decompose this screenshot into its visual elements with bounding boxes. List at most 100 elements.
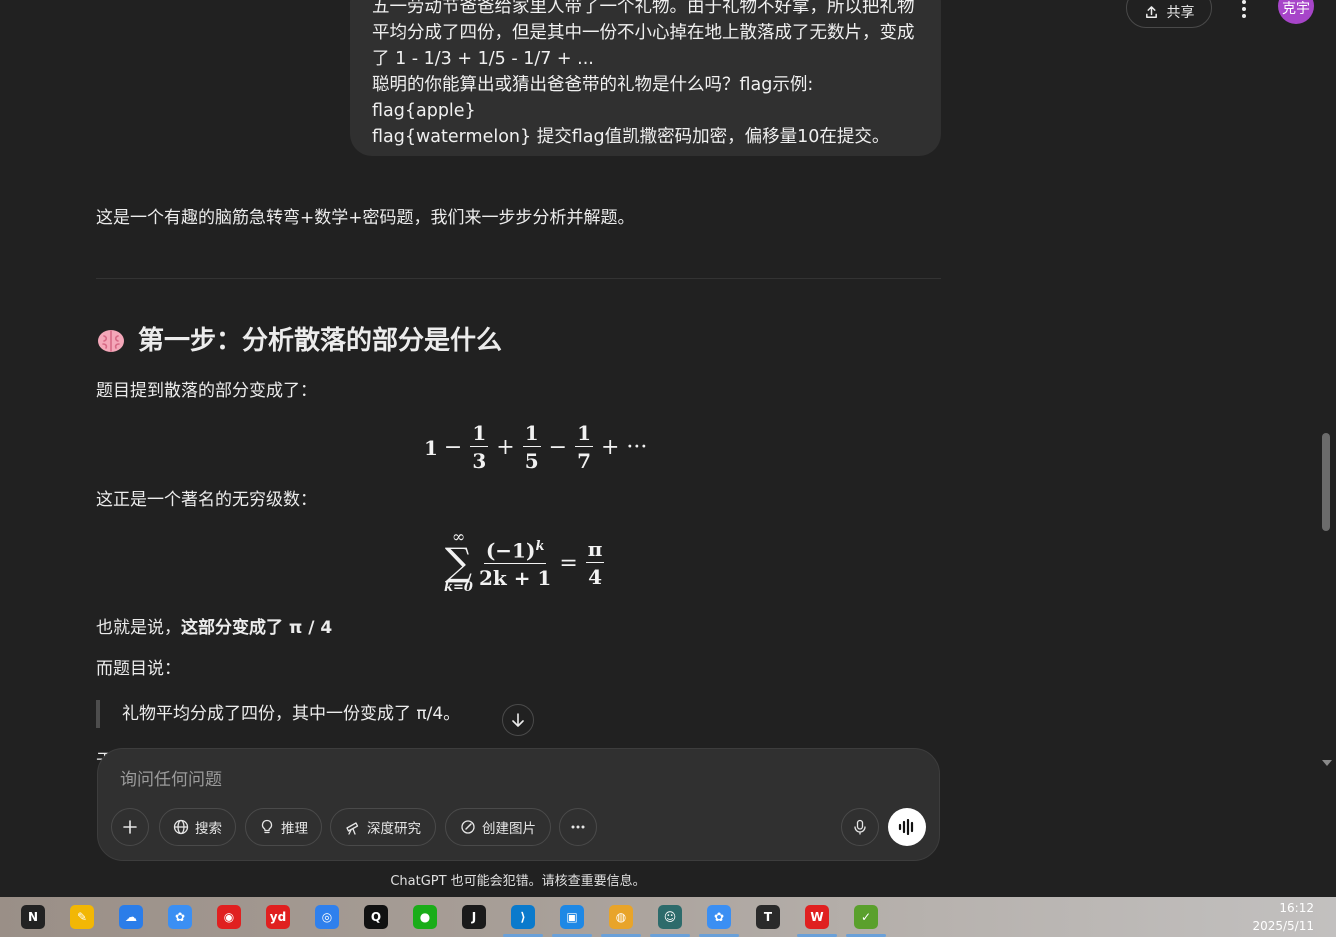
scrollbar-down-arrow[interactable] [1322,760,1332,766]
window-app-taskbar-button[interactable]: ▣ [557,902,587,932]
sigma: ∑ [444,540,473,584]
notion-icon: N [21,905,45,929]
fraction: 17 [575,420,593,475]
notion-taskbar-button[interactable]: N [18,902,48,932]
step1-title: 第一步：分析散落的部分是什么 [138,326,503,356]
prompt-input[interactable] [118,765,822,795]
user-message-line: 了 1 - 1/3 + 1/5 - 1/7 + ... [372,49,594,69]
answer-paragraph: 题目提到散落的部分变成了： [96,381,317,401]
youdao-icon: yd [266,905,290,929]
numerator-exponent: k [535,538,545,554]
wps-taskbar-button[interactable]: W [802,902,832,932]
message-composer: 搜索 推理 深度研究 创建图片 [97,748,940,861]
vscode-taskbar-button[interactable]: ⟩ [508,902,538,932]
share-button[interactable]: 共享 [1126,0,1212,28]
clock-time: 16:12 [1279,901,1314,915]
scroll-to-bottom-button[interactable] [502,704,534,736]
more-options-button[interactable] [1232,0,1256,24]
vertical-dots-icon [1242,0,1246,18]
formula-op: − [548,435,568,460]
numerator: 1 [522,421,541,447]
search-app-taskbar-button[interactable]: ◎ [312,902,342,932]
youdao-taskbar-button[interactable]: yd [263,902,293,932]
numerator: π [585,536,605,563]
wps-icon: W [805,905,829,929]
cloud-app-taskbar-button[interactable]: ✿ [165,902,195,932]
jetbrains-icon: J [462,905,486,929]
user-message-line: flag{watermelon} 提交flag值凯撒密码加密，偏移量10在提交。 [372,127,890,147]
attach-button[interactable] [111,808,149,846]
dictate-button[interactable] [841,808,879,846]
deep-research-tool-button[interactable]: 深度研究 [330,808,436,846]
notepad-taskbar-button[interactable]: ✓ [851,902,881,932]
equals-sign: = [559,550,578,576]
denominator: 7 [577,449,591,473]
share-label: 共享 [1166,5,1195,21]
sum-formula: ∞ ∑ k=0 (−1)k 2k + 1 = π4 [444,529,606,596]
voice-mode-button[interactable] [888,808,926,846]
pen-app-icon: ✎ [70,905,94,929]
clock-date: 2025/5/11 [1252,919,1314,933]
notepad-icon: ✓ [854,905,878,929]
netease-music-taskbar-button[interactable]: ◉ [214,902,244,932]
baidu-netdisk-icon: ☁ [119,905,143,929]
blockquote: 礼物平均分成了四份，其中一份变成了 π/4。 [96,700,460,728]
series-formula: 1 − 13 + 15 − 17 + ··· [424,420,653,475]
deep-research-tool-label: 深度研究 [367,821,421,837]
denominator: 4 [588,564,603,589]
numerator: (−1)k [483,534,547,565]
telescope-icon [346,822,359,835]
cloud-app-2-icon: ✿ [707,905,731,929]
user-message-line: 平均分成了四份，但是其中一份不小心掉在地上散落成了无数片，变成 [372,23,915,43]
numerator: 1 [470,421,489,447]
upload-icon [1145,5,1157,18]
step1-heading: 第一步：分析散落的部分是什么 [96,324,502,358]
user-message-line: 聪明的你能算出或猜出爸爸带的礼物是什么吗？flag示例: flag{apple} [372,75,814,121]
fraction: 13 [470,420,489,475]
window-app-icon: ▣ [560,905,584,929]
formula-tail: + ··· [601,435,648,460]
answer-paragraph: 也就是说，这部分变成了 π / 4 [96,615,332,641]
pen-app-taskbar-button[interactable]: ✎ [67,902,97,932]
jetbrains-taskbar-button[interactable]: J [459,902,489,932]
netease-music-icon: ◉ [217,905,241,929]
formula-op: − [443,435,463,460]
system-clock[interactable]: 16:12 2025/5/11 [1252,899,1314,935]
fraction: π4 [585,536,605,591]
search-tool-button[interactable]: 搜索 [159,808,236,846]
cloud-app-2-taskbar-button[interactable]: ✿ [704,902,734,932]
waveform-icon [898,819,914,835]
typora-taskbar-button[interactable]: T [753,902,783,932]
fraction: 15 [522,420,541,475]
vscode-icon: ⟩ [511,905,535,929]
qq-taskbar-button[interactable]: Q [361,902,391,932]
more-tools-button[interactable] [559,808,597,846]
fraction: (−1)k 2k + 1 [479,534,551,593]
taskbar: 16:12 2025/5/11 N ✎ ☁ ✿ ◉ yd ◎ Q ● J ⟩ ▣ ◍ ☺ ✿ T W ✓ [0,897,1336,937]
reason-tool-button[interactable]: 推理 [245,808,322,846]
baidu-netdisk-taskbar-button[interactable]: ☁ [116,902,146,932]
user-avatar[interactable]: 克宇 [1278,0,1314,24]
image-viewer-icon: ☺ [658,905,682,929]
create-image-tool-button[interactable]: 创建图片 [445,808,551,846]
user-message-line: 五一劳动节爸爸给家里人带了一个礼物。由于礼物不好拿，所以把礼物 [372,0,915,17]
image-viewer-taskbar-button[interactable]: ☺ [655,902,685,932]
p3-bold: 这部分变成了 π / 4 [181,618,333,638]
answer-paragraph: 而题目说： [96,659,181,679]
microphone-icon [854,819,866,835]
formula-op: + [496,435,515,460]
page-scrollbar-thumb[interactable] [1322,433,1330,531]
typora-icon: T [756,905,780,929]
denominator: 5 [524,449,539,473]
disclaimer-text: ChatGPT 也可能会犯错。请核查重要信息。 [390,874,646,889]
brain-icon [98,330,124,352]
horizontal-dots-icon [571,825,585,829]
paint-icon [461,820,475,834]
qq-icon: Q [364,905,388,929]
search-app-icon: ◎ [315,905,339,929]
globe-icon [173,819,189,835]
wechat-taskbar-button[interactable]: ● [410,902,440,932]
plus-icon [123,820,137,834]
chrome-taskbar-button[interactable]: ◍ [606,902,636,932]
user-message-bubble: 五一劳动节爸爸给家里人带了一个礼物。由于礼物不好拿，所以把礼物 平均分成了四份，… [350,0,941,156]
